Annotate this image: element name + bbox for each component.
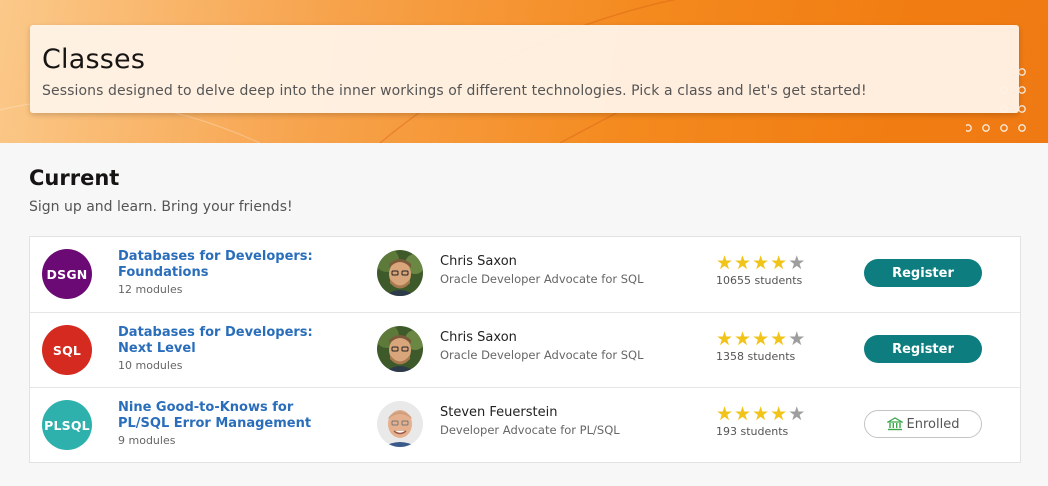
section-title: Current: [29, 166, 120, 190]
instructor-avatar: [377, 401, 423, 447]
star-icon: ★: [716, 328, 734, 350]
star-icon: ★: [770, 252, 788, 274]
star-icon: ★: [770, 328, 788, 350]
star-icon: ★: [752, 252, 770, 274]
star-icon: ★: [734, 252, 752, 274]
register-button[interactable]: Register: [864, 335, 982, 363]
instructor-info: Steven Feuerstein Developer Advocate for…: [440, 405, 620, 437]
page-title: Classes: [42, 44, 146, 75]
class-row: PLSQL Nine Good-to-Knows for PL/SQL Erro…: [30, 387, 1020, 462]
register-button[interactable]: Register: [864, 259, 982, 287]
course-modules: 10 modules: [118, 359, 183, 372]
star-icon: ★: [716, 403, 734, 425]
hero-card: Classes Sessions designed to delve deep …: [30, 25, 1019, 113]
hero-banner: Classes Sessions designed to delve deep …: [0, 0, 1048, 143]
instructor-avatar: [377, 326, 423, 372]
star-rating: ★ ★ ★ ★ ★: [716, 405, 805, 424]
course-title-link[interactable]: Nine Good-to-Knows for PL/SQL Error Mana…: [118, 400, 348, 432]
register-button-label: Register: [892, 265, 954, 281]
rating: ★ ★ ★ ★ ★ 1358 students: [716, 330, 805, 364]
star-icon: ★: [788, 403, 806, 425]
star-icon: ★: [716, 252, 734, 274]
class-row: SQL Databases for Developers: Next Level…: [30, 312, 1020, 387]
institution-icon: [886, 417, 903, 431]
instructor-name: Chris Saxon: [440, 330, 517, 345]
rating: ★ ★ ★ ★ ★ 10655 students: [716, 254, 805, 288]
star-icon: ★: [770, 403, 788, 425]
course-info: Databases for Developers: Next Level 10 …: [118, 325, 348, 372]
course-modules: 12 modules: [118, 283, 183, 296]
instructor-info: Chris Saxon Oracle Developer Advocate fo…: [440, 330, 644, 362]
class-badge: PLSQL: [42, 400, 92, 450]
student-count: 1358 students: [716, 350, 796, 363]
instructor-role: Oracle Developer Advocate for SQL: [440, 272, 644, 286]
student-count: 10655 students: [716, 274, 803, 287]
course-title-link[interactable]: Databases for Developers: Next Level: [118, 325, 348, 357]
instructor-role: Oracle Developer Advocate for SQL: [440, 348, 644, 362]
page-subtitle: Sessions designed to delve deep into the…: [42, 83, 867, 99]
course-info: Databases for Developers: Foundations 12…: [118, 249, 348, 296]
class-badge: SQL: [42, 325, 92, 375]
star-icon: ★: [752, 328, 770, 350]
star-rating: ★ ★ ★ ★ ★: [716, 330, 805, 349]
star-icon: ★: [734, 328, 752, 350]
enrolled-button-label: Enrolled: [906, 416, 960, 432]
star-icon: ★: [788, 252, 806, 274]
class-row: DSGN Databases for Developers: Foundatio…: [30, 237, 1020, 312]
rating: ★ ★ ★ ★ ★ 193 students: [716, 405, 805, 439]
student-count: 193 students: [716, 425, 789, 438]
star-icon: ★: [734, 403, 752, 425]
section-subtitle: Sign up and learn. Bring your friends!: [29, 199, 293, 215]
star-icon: ★: [788, 328, 806, 350]
class-badge: DSGN: [42, 249, 92, 299]
instructor-info: Chris Saxon Oracle Developer Advocate fo…: [440, 254, 644, 286]
instructor-avatar: [377, 250, 423, 296]
register-button-label: Register: [892, 341, 954, 357]
course-info: Nine Good-to-Knows for PL/SQL Error Mana…: [118, 400, 348, 447]
instructor-name: Steven Feuerstein: [440, 405, 558, 420]
class-list: DSGN Databases for Developers: Foundatio…: [29, 236, 1021, 463]
instructor-role: Developer Advocate for PL/SQL: [440, 423, 620, 437]
star-icon: ★: [752, 403, 770, 425]
course-modules: 9 modules: [118, 434, 176, 447]
instructor-name: Chris Saxon: [440, 254, 517, 269]
enrolled-button[interactable]: Enrolled: [864, 410, 982, 438]
course-title-link[interactable]: Databases for Developers: Foundations: [118, 249, 348, 281]
star-rating: ★ ★ ★ ★ ★: [716, 254, 805, 273]
